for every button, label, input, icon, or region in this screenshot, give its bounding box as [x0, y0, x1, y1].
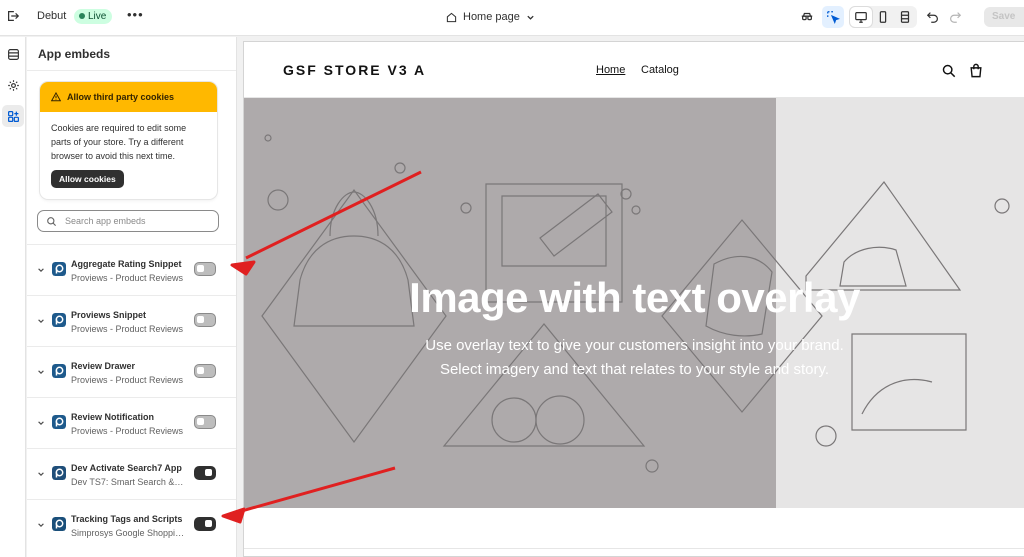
app-embeds-panel: App embeds Allow third party cookies Coo…	[27, 37, 237, 557]
hero-text-line: Select imagery and text that relates to …	[439, 361, 830, 378]
chevron-down-icon[interactable]	[37, 317, 45, 325]
next-section	[244, 508, 1024, 556]
embed-row[interactable]: Aggregate Rating Snippet Proviews - Produ…	[27, 244, 236, 295]
embed-title: Proviews Snippet	[71, 310, 147, 320]
embed-row[interactable]: Review Drawer Proviews - Product Reviews	[27, 346, 236, 397]
embed-subtitle: Dev TS7: Smart Search & Filter	[71, 477, 185, 487]
chevron-down-icon[interactable]	[37, 419, 45, 427]
embed-title: Dev Activate Search7 App	[71, 463, 182, 473]
fullscreen-view-button[interactable]	[894, 7, 916, 27]
embed-subtitle: Proviews - Product Reviews	[71, 375, 184, 385]
search-icon	[47, 216, 57, 226]
desktop-view-button[interactable]	[850, 7, 872, 27]
embed-toggle[interactable]	[194, 364, 216, 378]
chevron-down-icon[interactable]	[37, 266, 45, 274]
embed-title: Review Notification	[71, 412, 155, 422]
embed-row[interactable]: Dev Activate Search7 App Dev TS7: Smart S…	[27, 448, 236, 499]
warning-icon	[51, 92, 61, 102]
save-button[interactable]: Save	[984, 7, 1024, 27]
image-with-text-overlay-section[interactable]: Image with text overlay Use overlay text…	[244, 98, 1024, 508]
embed-row[interactable]: Proviews Snippet Proviews - Product Revie…	[27, 295, 236, 346]
home-icon	[446, 12, 457, 22]
app-embeds-nav-button[interactable]	[2, 105, 24, 127]
desktop-icon	[855, 12, 867, 23]
redo-button[interactable]	[944, 6, 966, 28]
chevron-down-icon[interactable]	[37, 368, 45, 376]
cookie-banner-title: Allow third party cookies	[67, 92, 175, 102]
select-element-button[interactable]	[822, 6, 844, 28]
embed-title: Aggregate Rating Snippet	[71, 259, 182, 269]
search-app-embeds	[37, 210, 219, 232]
embed-row[interactable]: Review Notification Proviews - Product Re…	[27, 397, 236, 448]
proviews-icon	[52, 262, 66, 276]
embed-subtitle: Proviews - Product Reviews	[71, 324, 184, 334]
embed-title: Tracking Tags and Scripts	[71, 514, 183, 524]
store-logo[interactable]: GSF STORE V3 A	[283, 62, 426, 78]
mobile-view-button[interactable]	[872, 7, 894, 27]
proviews-icon	[52, 313, 66, 327]
mobile-icon	[879, 11, 887, 23]
exit-icon[interactable]	[6, 9, 20, 23]
live-status-badge: Live	[74, 9, 113, 24]
theme-name: Debut	[37, 10, 67, 22]
gear-icon	[7, 79, 19, 91]
embed-subtitle: Proviews - Product Reviews	[71, 426, 184, 436]
embed-title: Review Drawer	[71, 361, 136, 371]
top-bar: Debut Live ••• Home page Save	[0, 0, 1024, 36]
cookie-banner-body: Cookies are required to edit some parts …	[51, 123, 187, 161]
proviews-icon	[52, 364, 66, 378]
hero-title: Image with text overlay	[409, 274, 860, 321]
embed-toggle[interactable]	[194, 415, 216, 429]
sections-icon	[7, 48, 19, 60]
page-selector-label: Home page	[463, 11, 520, 23]
cookie-banner-header: Allow third party cookies	[40, 82, 217, 112]
chevron-down-icon[interactable]	[37, 521, 45, 529]
hero-text-line: Use overlay text to give your customers …	[425, 337, 844, 354]
fullscreen-icon	[900, 11, 910, 23]
proviews-icon	[52, 415, 66, 429]
embed-row[interactable]: Tracking Tags and Scripts Simprosys Googl…	[27, 499, 236, 550]
embed-subtitle: Proviews - Product Reviews	[71, 273, 184, 283]
inspector-button[interactable]	[796, 6, 818, 28]
device-toggle-group	[849, 6, 917, 28]
embed-toggle[interactable]	[194, 313, 216, 327]
nav-link-home[interactable]: Home	[596, 64, 625, 76]
page-selector[interactable]: Home page	[446, 9, 535, 25]
sunglasses-icon	[801, 12, 813, 21]
cookie-warning-banner: Allow third party cookies Cookies are re…	[40, 82, 217, 199]
divider	[27, 70, 236, 71]
embed-toggle[interactable]	[194, 466, 216, 480]
embed-toggle[interactable]	[194, 517, 216, 531]
cursor-select-icon	[827, 11, 840, 24]
cart-icon[interactable]	[969, 63, 983, 78]
panel-title: App embeds	[38, 47, 111, 61]
store-header: GSF STORE V3 A Home Catalog	[244, 42, 1024, 98]
left-rail	[0, 37, 26, 557]
embed-toggle[interactable]	[194, 262, 216, 276]
more-actions-button[interactable]: •••	[127, 7, 144, 22]
simprosys-icon	[52, 517, 66, 531]
nav-link-catalog[interactable]: Catalog	[641, 64, 679, 76]
chevron-down-icon[interactable]	[37, 470, 45, 478]
sections-nav-button[interactable]	[2, 43, 24, 65]
chevron-down-icon	[527, 15, 534, 20]
undo-icon	[926, 12, 938, 23]
undo-button[interactable]	[922, 6, 944, 28]
redo-icon	[950, 12, 962, 23]
theme-settings-nav-button[interactable]	[2, 74, 24, 96]
apps-icon	[7, 110, 19, 122]
embed-subtitle: Simprosys Google Shopping Feed	[71, 528, 185, 538]
search-input[interactable]	[65, 216, 205, 226]
allow-cookies-button[interactable]: Allow cookies	[51, 170, 124, 188]
hero-text: Use overlay text to give your customers …	[244, 334, 1024, 382]
search-icon[interactable]	[942, 64, 956, 78]
store-preview: GSF STORE V3 A Home Catalog Image with t…	[243, 41, 1024, 557]
search7-icon	[52, 466, 66, 480]
